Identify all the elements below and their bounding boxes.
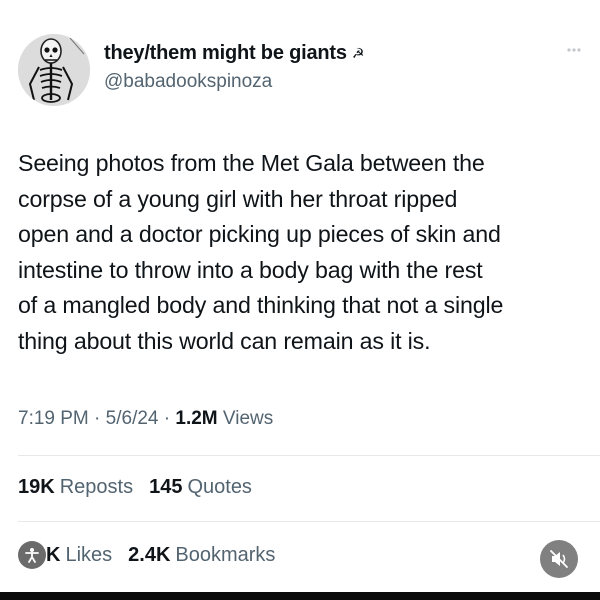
hammer-sickle-emoji: ☭ [351, 45, 365, 62]
user-handle[interactable]: @babadookspinoza [104, 71, 364, 93]
reposts-stat[interactable]: 19K Reposts [18, 476, 133, 499]
quotes-count: 145 [149, 476, 183, 498]
bookmarks-label: Bookmarks [175, 543, 276, 566]
likes-stat[interactable]: K Likes [18, 541, 112, 569]
avatar[interactable] [18, 34, 90, 106]
mute-button[interactable] [540, 540, 578, 578]
stats-row-reposts: 19K Reposts 145 Quotes [18, 476, 268, 499]
tweet-meta: 7:19 PM · 5/6/24 · 1.2M Views [18, 408, 273, 430]
tweet-date[interactable]: 5/6/24 [106, 408, 159, 429]
tweet-screenshot: they/them might be giants ☭ @babadookspi… [0, 0, 600, 600]
reposts-count: 19K [18, 476, 55, 498]
tweet-header: they/them might be giants ☭ @babadookspi… [18, 34, 582, 106]
user-names: they/them might be giants ☭ @babadookspi… [104, 42, 364, 93]
bottom-edge-bar [0, 592, 600, 600]
tweet-text-line: open and a doctor picking up pieces of s… [18, 221, 501, 247]
meta-separator: · [88, 408, 106, 429]
speaker-muted-icon [550, 550, 568, 568]
display-name-row[interactable]: they/them might be giants ☭ [104, 42, 364, 65]
accessibility-icon[interactable] [18, 541, 46, 569]
likes-label: Likes [65, 543, 113, 566]
likes-count: K [46, 543, 61, 566]
tweet-text-line: Seeing photos from the Met Gala between … [18, 150, 485, 176]
bookmarks-count: 2.4K [128, 543, 171, 566]
tweet-text-line: of a mangled body and thinking that not … [18, 292, 504, 318]
quotes-stat[interactable]: 145 Quotes [149, 476, 252, 499]
more-icon[interactable] [566, 40, 582, 56]
tweet-time[interactable]: 7:19 PM [18, 408, 89, 429]
bookmarks-stat[interactable]: 2.4K Bookmarks [128, 544, 275, 567]
divider [18, 521, 600, 522]
tweet-text: Seeing photos from the Met Gala between … [18, 146, 592, 359]
reposts-label: Reposts [59, 476, 134, 498]
tweet-text-line: thing about this world can remain as it … [18, 327, 431, 354]
views-count: 1.2M [175, 408, 218, 429]
quotes-label: Quotes [187, 476, 252, 498]
meta-separator: · [158, 408, 176, 429]
tweet-text-line: corpse of a young girl with her throat r… [18, 185, 458, 212]
display-name[interactable]: they/them might be giants [104, 42, 347, 65]
skeleton-avatar-image [18, 34, 90, 106]
tweet-text-line: intestine to throw into a body bag with … [18, 256, 483, 283]
stats-row-likes: K Likes 2.4K Bookmarks [18, 541, 291, 569]
views-label: Views [217, 408, 274, 429]
divider [18, 455, 600, 456]
